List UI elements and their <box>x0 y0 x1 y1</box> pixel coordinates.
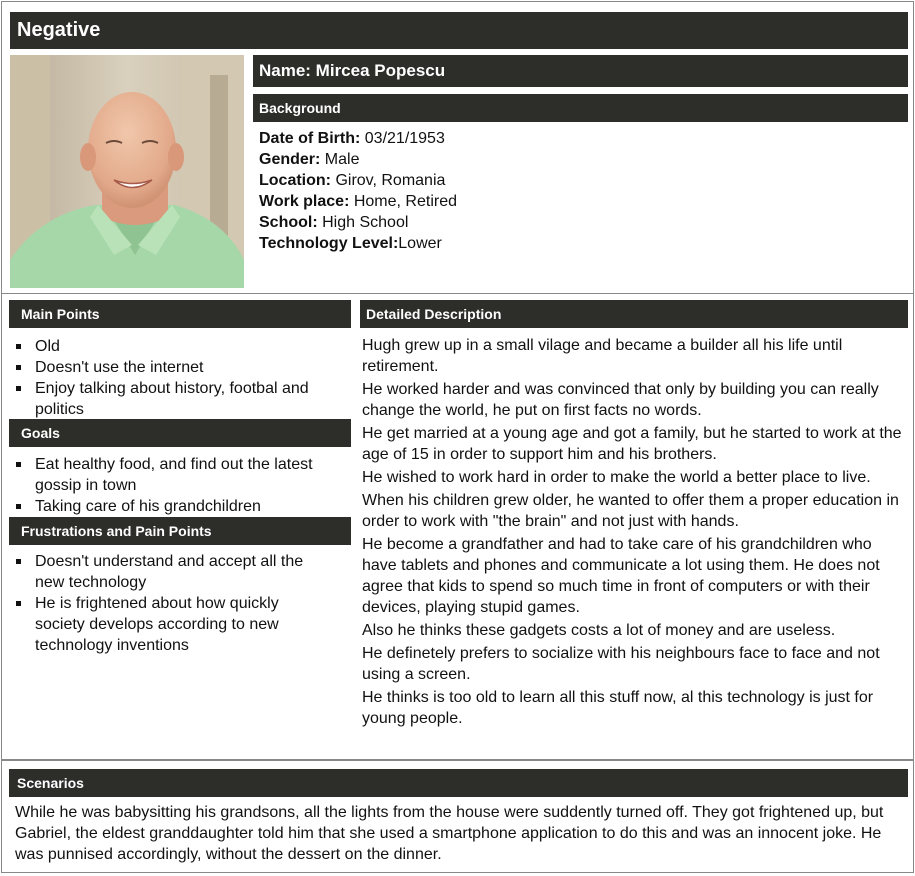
list-item: Old <box>10 336 340 357</box>
description-paragraph: He become a grandfather and had to take … <box>362 536 880 616</box>
description-paragraph: He thinks is too old to learn all this s… <box>362 689 874 727</box>
description-paragraph: He get married at a young age and got a … <box>362 425 902 463</box>
scenarios-section: Scenarios While he was babysitting his g… <box>1 760 914 873</box>
list-item: Enjoy talking about history, footbal and… <box>10 378 340 420</box>
list-item: He is frightened about how quickly socie… <box>10 593 330 656</box>
main-points-heading: Main Points <box>9 300 351 328</box>
description-paragraph: He definetely prefers to socialize with … <box>362 645 880 683</box>
description-paragraph: Also he thinks these gadgets costs a lot… <box>362 622 836 639</box>
persona-photo <box>10 55 244 288</box>
list-item: Doesn't use the internet <box>10 357 340 378</box>
detail-date-of-birth: Date of Birth: 03/21/1953 <box>259 130 445 147</box>
detail-work-place: Work place: Home, Retired <box>259 193 457 210</box>
list-item: Doesn't understand and accept all the ne… <box>10 551 330 593</box>
frustrations-heading: Frustrations and Pain Points <box>9 517 351 545</box>
list-item: Eat healthy food, and find out the lates… <box>10 454 340 496</box>
detailed-description-text: Hugh grew up in a small vilage and becam… <box>362 335 908 731</box>
background-details: Date of Birth: 03/21/1953 Gender: Male L… <box>259 128 457 254</box>
detail-location: Location: Girov, Romania <box>259 172 446 189</box>
main-points-list: Old Doesn't use the internet Enjoy talki… <box>10 336 340 420</box>
scenarios-text: While he was babysitting his grandsons, … <box>15 804 884 863</box>
persona-name: Name: Mircea Popescu <box>253 55 908 87</box>
persona-type-title: Negative <box>10 12 908 49</box>
goals-list: Eat healthy food, and find out the lates… <box>10 454 340 517</box>
scenarios-heading: Scenarios <box>9 769 908 797</box>
frustrations-list: Doesn't understand and accept all the ne… <box>10 551 330 656</box>
portrait-illustration <box>10 55 244 288</box>
background-heading: Background <box>253 94 908 122</box>
persona-header-section: Negative Name: Mircea Popescu Background… <box>1 1 914 294</box>
detail-gender: Gender: Male <box>259 151 360 168</box>
persona-details-section: Main Points Old Doesn't use the internet… <box>1 293 914 760</box>
detail-school: School: High School <box>259 214 409 231</box>
list-item: Taking care of his grandchildren <box>10 496 340 517</box>
goals-heading: Goals <box>9 419 351 447</box>
description-paragraph: He wished to work hard in order to make … <box>362 469 871 486</box>
description-paragraph: He worked harder and was convinced that … <box>362 381 879 419</box>
detailed-description-heading: Detailed Description <box>360 300 908 328</box>
description-paragraph: When his children grew older, he wanted … <box>362 492 899 530</box>
detail-technology-level: Technology Level:Lower <box>259 235 442 252</box>
description-paragraph: Hugh grew up in a small vilage and becam… <box>362 337 843 375</box>
